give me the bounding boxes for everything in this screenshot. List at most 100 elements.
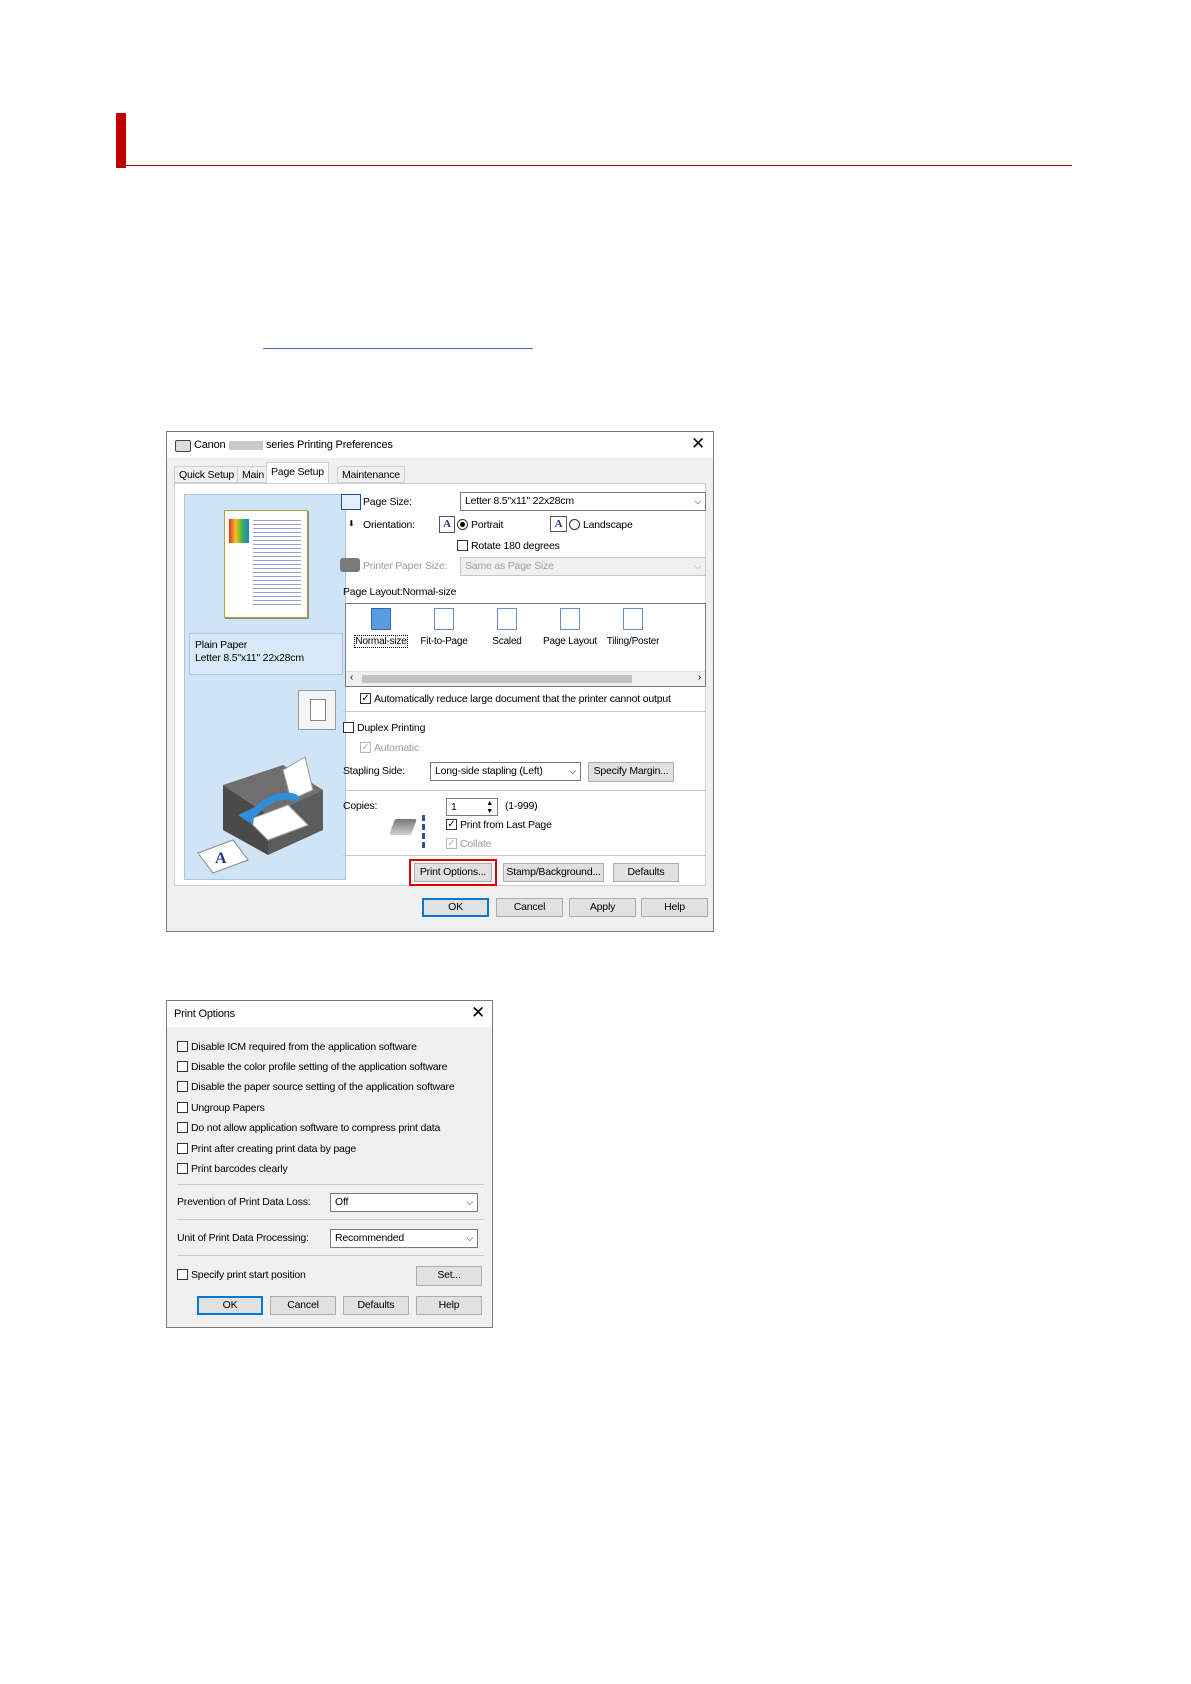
tab-maintenance[interactable]: Maintenance xyxy=(337,466,405,483)
scroll-left-icon[interactable]: ‹ xyxy=(350,672,353,683)
landscape-label: Landscape xyxy=(583,519,633,531)
print-options-dialog: Print Options ✕ Disable ICM required fro… xyxy=(166,1000,493,1328)
color-image-preview xyxy=(229,519,249,543)
tab-page-setup[interactable]: Page Setup xyxy=(266,462,329,484)
disable-paper-source-label: Disable the paper source setting of the … xyxy=(191,1081,455,1093)
duplex-checkbox[interactable] xyxy=(343,722,354,733)
print-from-last-page-checkbox[interactable]: ✓ xyxy=(446,819,457,830)
stapling-side-value: Long-side stapling (Left) xyxy=(435,765,543,777)
rotate-180-checkbox[interactable] xyxy=(457,540,468,551)
page-order-icon xyxy=(422,815,425,849)
scroll-right-icon[interactable]: › xyxy=(698,672,701,683)
disable-paper-source-checkbox[interactable] xyxy=(177,1081,188,1092)
scroll-thumb[interactable] xyxy=(362,675,632,683)
start-position-checkbox[interactable] xyxy=(177,1269,188,1280)
ok-button[interactable]: OK xyxy=(422,898,489,917)
prevention-select[interactable]: Off ⌵ xyxy=(330,1193,478,1212)
copies-label: Copies: xyxy=(343,800,378,812)
close-icon[interactable]: ✕ xyxy=(691,434,705,454)
disable-color-profile-checkbox[interactable] xyxy=(177,1061,188,1072)
no-compress-checkbox[interactable] xyxy=(177,1122,188,1133)
cancel-button[interactable]: Cancel xyxy=(270,1296,336,1315)
printing-preferences-dialog: Canon series Printing Preferences ✕ Quic… xyxy=(166,431,714,932)
apply-button[interactable]: Apply xyxy=(569,898,636,917)
layout-page-layout[interactable]: Page Layout xyxy=(539,604,601,647)
scaled-icon xyxy=(497,608,517,630)
page-layout-icon xyxy=(560,608,580,630)
stapling-side-label: Stapling Side: xyxy=(343,765,405,777)
tab-quick-setup[interactable]: Quick Setup xyxy=(174,466,239,483)
portrait-radio[interactable] xyxy=(457,519,468,530)
stapling-side-select[interactable]: Long-side stapling (Left) ⌵ xyxy=(430,762,581,781)
portrait-label: Portrait xyxy=(471,519,504,531)
orientation-label: Orientation: xyxy=(363,519,415,531)
page-layout-label: Page Layout:Normal-size xyxy=(343,586,457,598)
defaults-button[interactable]: Defaults xyxy=(613,863,679,882)
copies-range: (1-999) xyxy=(505,800,538,812)
printer-icon xyxy=(175,440,191,452)
print-after-creating-label: Print after creating print data by page xyxy=(191,1143,356,1155)
defaults-button[interactable]: Defaults xyxy=(343,1296,409,1315)
rotate-180-label: Rotate 180 degrees xyxy=(471,540,560,552)
tab-main[interactable]: Main xyxy=(237,466,269,483)
stepper-arrows-icon[interactable]: ▲ ▼ xyxy=(486,800,493,816)
prevention-label: Prevention of Print Data Loss: xyxy=(177,1196,311,1208)
ok-button[interactable]: OK xyxy=(197,1296,263,1315)
layout-tiling-poster-label: Tiling/Poster xyxy=(606,636,660,647)
ungroup-papers-checkbox[interactable] xyxy=(177,1102,188,1113)
title-bar: Canon series Printing Preferences ✕ xyxy=(167,432,713,458)
landscape-radio[interactable] xyxy=(569,519,580,530)
print-barcodes-checkbox[interactable] xyxy=(177,1163,188,1174)
stamp-background-button[interactable]: Stamp/Background... xyxy=(503,863,604,882)
prevention-value: Off xyxy=(335,1196,349,1208)
specify-margin-button[interactable]: Specify Margin... xyxy=(588,762,674,782)
printer-paper-icon xyxy=(340,558,360,572)
disable-icm-label: Disable ICM required from the applicatio… xyxy=(191,1041,417,1053)
print-after-creating-checkbox[interactable] xyxy=(177,1143,188,1154)
page-layout-list[interactable]: Normal-size Fit-to-Page Scaled Page Layo… xyxy=(345,603,706,687)
close-icon[interactable]: ✕ xyxy=(471,1003,485,1023)
link-underline[interactable] xyxy=(263,348,533,349)
print-from-last-page-label: Print from Last Page xyxy=(460,819,552,831)
separator xyxy=(343,790,706,791)
copies-stepper[interactable]: 1 ▲ ▼ xyxy=(446,798,498,816)
horizontal-scrollbar[interactable]: ‹ › xyxy=(346,671,705,686)
portrait-icon: A xyxy=(439,516,455,533)
layout-normal-size[interactable]: Normal-size xyxy=(350,604,412,648)
tiling-poster-icon xyxy=(623,608,643,630)
paper-type: Plain Paper xyxy=(195,639,248,651)
help-button[interactable]: Help xyxy=(641,898,708,917)
text-lines-preview xyxy=(253,517,301,607)
redacted-model-name xyxy=(229,441,263,450)
printer-paper-size-select[interactable]: Same as Page Size ⌵ xyxy=(460,557,706,576)
preview-pane: Plain Paper Letter 8.5"x11" 22x28cm A xyxy=(184,494,346,880)
single-sheet-icon xyxy=(298,690,336,730)
help-button[interactable]: Help xyxy=(416,1296,482,1315)
page-preview xyxy=(224,510,308,618)
title-bar: Print Options ✕ xyxy=(167,1001,492,1027)
svg-text:A: A xyxy=(215,850,227,867)
layout-tiling-poster[interactable]: Tiling/Poster xyxy=(602,604,664,647)
no-compress-label: Do not allow application software to com… xyxy=(191,1122,441,1134)
automatic-checkbox[interactable]: ✓ xyxy=(360,742,371,753)
layout-fit-to-page[interactable]: Fit-to-Page xyxy=(413,604,475,647)
disable-icm-checkbox[interactable] xyxy=(177,1041,188,1052)
chevron-down-icon: ⌵ xyxy=(694,561,701,571)
printer-paper-size-value: Same as Page Size xyxy=(465,560,554,572)
heading-rule xyxy=(116,165,1072,166)
separator xyxy=(177,1184,484,1185)
ungroup-papers-label: Ungroup Papers xyxy=(191,1102,265,1114)
automatic-label: Automatic xyxy=(374,742,419,754)
collate-checkbox[interactable]: ✓ xyxy=(446,838,457,849)
page-size-select[interactable]: Letter 8.5"x11" 22x28cm ⌵ xyxy=(460,492,706,511)
start-position-label: Specify print start position xyxy=(191,1269,306,1281)
separator xyxy=(343,855,706,856)
layout-scaled[interactable]: Scaled xyxy=(476,604,538,647)
auto-reduce-checkbox[interactable]: ✓ xyxy=(360,693,371,704)
cancel-button[interactable]: Cancel xyxy=(496,898,563,917)
print-options-button[interactable]: Print Options... xyxy=(414,863,492,882)
printer-illustration: A xyxy=(197,756,323,874)
unit-select[interactable]: Recommended ⌵ xyxy=(330,1229,478,1248)
unit-label: Unit of Print Data Processing: xyxy=(177,1232,309,1244)
set-button[interactable]: Set... xyxy=(416,1266,482,1286)
